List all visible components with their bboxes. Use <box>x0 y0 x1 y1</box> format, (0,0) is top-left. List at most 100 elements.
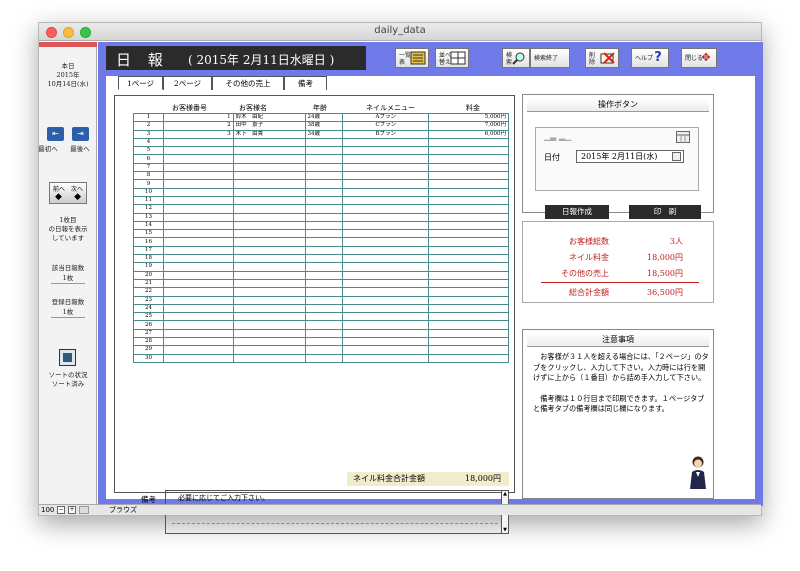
cell-id[interactable]: 1 <box>162 112 234 123</box>
cell-id[interactable] <box>162 245 234 256</box>
cell-price[interactable] <box>428 262 509 272</box>
cell-age[interactable]: 24歳 <box>304 112 344 123</box>
cell-price[interactable] <box>428 237 509 247</box>
print-button[interactable]: 印 刷 <box>629 205 701 219</box>
cell-age[interactable] <box>304 270 344 280</box>
date-picker-icon[interactable] <box>672 152 681 161</box>
prev-next-navigator[interactable]: 前へ 次へ ◆ ◆ <box>49 182 87 204</box>
cell-menu[interactable] <box>342 336 430 347</box>
cell-id[interactable] <box>162 204 234 214</box>
cell-age[interactable]: 38歳 <box>304 121 344 131</box>
scroll-up-icon[interactable]: ▲ <box>502 491 508 497</box>
cell-price[interactable] <box>428 195 509 206</box>
cell-price[interactable] <box>428 212 509 222</box>
cell-id[interactable]: 3 <box>162 129 234 139</box>
tab-notes[interactable]: 備考 <box>284 76 327 90</box>
cell-menu[interactable]: Aプラン <box>342 112 430 123</box>
cell-name[interactable] <box>232 303 306 314</box>
cell-id[interactable] <box>162 320 234 330</box>
cell-name[interactable] <box>232 204 306 214</box>
cell-id[interactable] <box>162 146 234 156</box>
end-search-button[interactable]: 検索終了 <box>530 48 570 68</box>
cell-menu[interactable] <box>342 179 430 189</box>
cell-age[interactable] <box>304 204 344 214</box>
sort-button[interactable]: 並べ 替え <box>435 48 469 68</box>
next-arrow-icon[interactable]: ◆ <box>74 192 81 202</box>
cell-id[interactable] <box>162 179 234 189</box>
cell-price[interactable] <box>428 270 509 280</box>
cell-menu[interactable] <box>342 187 430 197</box>
cell-age[interactable] <box>304 278 344 289</box>
cell-name[interactable] <box>232 312 306 322</box>
cell-id[interactable] <box>162 312 234 322</box>
cell-menu[interactable] <box>342 262 430 272</box>
cell-age[interactable] <box>304 220 344 231</box>
cell-age[interactable] <box>304 295 344 305</box>
tab-other-sales[interactable]: その他の売上 <box>212 76 284 90</box>
cell-id[interactable] <box>162 187 234 197</box>
sort-icon[interactable] <box>59 349 76 366</box>
cell-name[interactable]: 木下 由貴 <box>232 129 306 139</box>
cell-price[interactable] <box>428 312 509 322</box>
first-record-button[interactable]: ⇤ <box>47 127 64 141</box>
cell-price[interactable]: 7,000円 <box>428 121 509 131</box>
cell-name[interactable] <box>232 254 306 264</box>
cell-menu[interactable] <box>342 328 430 339</box>
cell-age[interactable]: 34歳 <box>304 129 344 139</box>
cell-id[interactable] <box>162 278 234 289</box>
zoom-level[interactable]: 100 <box>41 505 54 515</box>
cell-id[interactable] <box>162 262 234 272</box>
cell-id[interactable] <box>162 336 234 347</box>
cell-name[interactable] <box>232 287 306 297</box>
cell-age[interactable] <box>304 171 344 181</box>
cell-name[interactable] <box>232 336 306 347</box>
cell-age[interactable] <box>304 254 344 264</box>
cell-name[interactable] <box>232 220 306 231</box>
cell-name[interactable] <box>232 295 306 305</box>
cell-menu[interactable] <box>342 171 430 181</box>
cell-menu[interactable] <box>342 162 430 173</box>
cell-menu[interactable] <box>342 245 430 256</box>
cell-id[interactable] <box>162 295 234 305</box>
cell-menu[interactable] <box>342 295 430 305</box>
cell-age[interactable] <box>304 179 344 189</box>
cell-price[interactable]: 5,000円 <box>428 112 509 123</box>
cell-age[interactable] <box>304 187 344 197</box>
cell-name[interactable] <box>232 328 306 339</box>
cell-price[interactable] <box>428 179 509 189</box>
cell-menu[interactable] <box>342 137 430 148</box>
cell-name[interactable] <box>232 187 306 197</box>
cell-menu[interactable] <box>342 254 430 264</box>
cell-age[interactable] <box>304 312 344 322</box>
cell-name[interactable] <box>232 229 306 239</box>
cell-id[interactable] <box>162 171 234 181</box>
cell-age[interactable] <box>304 287 344 297</box>
cell-age[interactable] <box>304 146 344 156</box>
cell-price[interactable] <box>428 154 509 164</box>
tab-page-1[interactable]: 1ページ <box>118 76 163 90</box>
cell-name[interactable] <box>232 212 306 222</box>
cell-menu[interactable] <box>342 212 430 222</box>
cell-price[interactable] <box>428 287 509 297</box>
list-view-button[interactable]: 一覧 表 <box>395 48 429 68</box>
cell-menu[interactable] <box>342 278 430 289</box>
cell-age[interactable] <box>304 328 344 339</box>
cell-price[interactable] <box>428 328 509 339</box>
cell-price[interactable] <box>428 220 509 231</box>
cell-price[interactable] <box>428 345 509 355</box>
cell-menu[interactable]: Bプラン <box>342 129 430 139</box>
cell-menu[interactable] <box>342 345 430 355</box>
zoom-out-icon[interactable]: − <box>57 506 65 514</box>
calendar-icon[interactable] <box>676 131 690 143</box>
cell-id[interactable] <box>162 237 234 247</box>
cell-price[interactable] <box>428 137 509 148</box>
cell-name[interactable] <box>232 353 306 363</box>
cell-menu[interactable] <box>342 312 430 322</box>
cell-menu[interactable] <box>342 154 430 164</box>
cell-name[interactable] <box>232 320 306 330</box>
cell-age[interactable] <box>304 195 344 206</box>
create-report-button[interactable]: 日報作成 <box>545 205 609 219</box>
cell-age[interactable] <box>304 353 344 363</box>
cell-menu[interactable] <box>342 220 430 231</box>
cell-price[interactable] <box>428 336 509 347</box>
